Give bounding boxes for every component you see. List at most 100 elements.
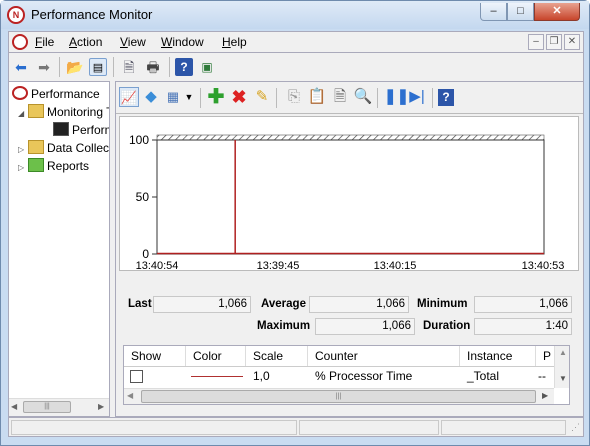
scroll-up-arrow-icon[interactable]: ▲ xyxy=(559,348,567,357)
y-tick-label-0: 0 xyxy=(142,247,149,261)
table-row[interactable]: 1,0 % Processor Time _Total -- xyxy=(124,367,554,387)
menu-help[interactable]: Help xyxy=(222,35,247,49)
column-header-color[interactable]: Color xyxy=(186,346,246,366)
tree-item-performance-monitor[interactable]: Performance Monitor xyxy=(53,121,109,139)
performance-chart: 100 50 0 13:40:54 13:39:45 13:40:15 13:4… xyxy=(129,133,565,272)
menu-window[interactable]: Window xyxy=(161,35,204,49)
maximum-label: Maximum xyxy=(257,320,311,332)
scroll-left-arrow-icon[interactable]: ◀ xyxy=(127,391,133,400)
x-tick-label-mid1: 13:39:45 xyxy=(257,260,300,270)
main-toolbar: ⬅ ➡ 📂 ▤ 🗎 🖶 ? ▣ xyxy=(8,53,584,81)
plot-area xyxy=(156,139,545,255)
print-icon[interactable]: 🖶 xyxy=(144,58,162,76)
delete-counter-icon[interactable]: ✖ xyxy=(229,87,249,107)
row-counter: % Processor Time xyxy=(315,369,413,383)
scroll-thumb[interactable]: ||| xyxy=(23,401,71,413)
average-label: Average xyxy=(261,298,306,310)
row-parent: -- xyxy=(538,369,546,383)
update-data-icon[interactable]: ▶| xyxy=(407,87,427,107)
perfmon-toolbar: 📈 ◆ ▦ ▼ ✚ ✖ ✎ ⎘ 📋 🗎 🔍 ❚❚ ▶| ? xyxy=(116,82,583,114)
column-header-show[interactable]: Show xyxy=(124,346,186,366)
chart-top-hatch xyxy=(156,134,545,141)
tree-item-reports[interactable]: ▷ Reports xyxy=(18,157,89,175)
legend-horizontal-scrollbar[interactable]: ◀ ||| ▶ xyxy=(124,388,554,404)
close-button[interactable]: ✕ xyxy=(534,3,580,21)
help-icon[interactable]: ? xyxy=(175,58,193,76)
graph-type-dropdown-icon[interactable]: ▼ xyxy=(183,87,195,107)
toolbar-separator xyxy=(276,88,277,108)
menu-action[interactable]: Action xyxy=(69,35,102,49)
column-header-instance[interactable]: Instance xyxy=(460,346,536,366)
toolbar-separator xyxy=(113,57,114,77)
row-instance: _Total xyxy=(467,369,500,383)
show-hide-tree-icon[interactable]: ▤ xyxy=(89,58,107,76)
y-tick-label-50: 50 xyxy=(136,190,150,204)
minimize-button[interactable]: – xyxy=(480,3,507,21)
x-tick-label-end: 13:40:53 xyxy=(522,260,565,270)
forward-arrow-icon[interactable]: ➡ xyxy=(35,58,53,76)
perfmon-icon xyxy=(12,86,28,100)
column-header-parent[interactable]: P xyxy=(536,346,554,366)
graph-area[interactable]: 100 50 0 13:40:54 13:39:45 13:40:15 13:4… xyxy=(119,116,579,272)
back-arrow-icon[interactable]: ⬅ xyxy=(12,58,30,76)
tree-item-performance[interactable]: Performance xyxy=(12,85,100,103)
up-folder-icon[interactable]: 📂 xyxy=(66,58,84,76)
mdi-minimize-button[interactable]: – xyxy=(528,34,544,50)
view-log-data-icon[interactable]: ◆ xyxy=(141,87,161,107)
help-icon[interactable]: ? xyxy=(438,89,454,106)
y-tick-label-100: 100 xyxy=(129,133,149,147)
freeze-display-icon[interactable]: ❚❚ xyxy=(384,87,409,107)
show-checkbox[interactable] xyxy=(130,370,143,383)
counter-legend: Show Color Scale Counter Instance P 1,0 … xyxy=(123,345,570,405)
toolbar-separator xyxy=(377,88,378,108)
scroll-right-arrow-icon[interactable]: ▶ xyxy=(542,391,548,400)
scroll-thumb[interactable]: ||| xyxy=(141,390,536,403)
highlight-icon[interactable]: ✎ xyxy=(252,87,272,107)
properties-icon[interactable]: 🗎 xyxy=(330,87,350,107)
menu-bar: File Action View Window Help – ❐ ✕ xyxy=(8,31,584,53)
tree-horizontal-scrollbar[interactable]: ◀ ||| ▶ xyxy=(9,398,109,416)
copy-properties-icon[interactable]: ⎘ xyxy=(284,87,304,107)
series-color-swatch xyxy=(191,376,243,377)
toolbar-separator xyxy=(432,88,433,108)
view-current-activity-icon[interactable]: 📈 xyxy=(119,87,139,107)
show-action-pane-icon[interactable]: ▣ xyxy=(198,58,216,76)
change-graph-type-icon[interactable]: ▦ xyxy=(163,87,183,107)
title-bar[interactable]: N Performance Monitor – □ ✕ xyxy=(1,1,589,29)
scroll-down-arrow-icon[interactable]: ▼ xyxy=(559,374,567,383)
properties-icon[interactable]: 🗎 xyxy=(120,58,138,76)
expand-triangle-icon[interactable]: ▷ xyxy=(18,159,28,177)
maximize-button[interactable]: □ xyxy=(507,3,534,21)
column-header-scale[interactable]: Scale xyxy=(246,346,308,366)
status-panel xyxy=(11,420,297,435)
tree-item-monitoring-tools[interactable]: ◢Monitoring Tools xyxy=(18,103,109,123)
column-header-counter[interactable]: Counter xyxy=(308,346,460,366)
paste-counter-list-icon[interactable]: 📋 xyxy=(307,87,327,107)
system-menu-icon[interactable] xyxy=(12,34,28,50)
reports-icon xyxy=(28,158,44,172)
perfmon-app-icon: N xyxy=(7,6,25,24)
x-tick-label-mid2: 13:40:15 xyxy=(374,260,417,270)
resize-grip-icon[interactable]: ⋰ xyxy=(571,422,580,433)
row-scale: 1,0 xyxy=(253,369,270,383)
status-bar: ⋰ xyxy=(8,417,584,437)
zoom-icon[interactable]: 🔍 xyxy=(353,87,373,107)
last-label: Last xyxy=(128,298,152,310)
mdi-restore-button[interactable]: ❐ xyxy=(546,34,562,50)
maximum-value: 1,066 xyxy=(315,318,415,335)
last-value: 1,066 xyxy=(153,296,251,313)
status-panel xyxy=(299,420,439,435)
statistics-bar: Last 1,066 Average 1,066 Minimum 1,066 M… xyxy=(116,294,583,340)
scroll-right-arrow-icon[interactable]: ▶ xyxy=(98,402,104,411)
menu-file[interactable]: File xyxy=(35,35,54,49)
duration-label: Duration xyxy=(423,320,471,332)
toolbar-separator xyxy=(59,57,60,77)
scroll-left-arrow-icon[interactable]: ◀ xyxy=(11,402,17,411)
collapse-triangle-icon[interactable]: ◢ xyxy=(18,105,28,123)
window-title: Performance Monitor xyxy=(31,7,153,22)
legend-vertical-scrollbar[interactable]: ▲ ▼ xyxy=(554,346,569,388)
menu-view[interactable]: View xyxy=(120,35,146,49)
tree-item-data-collector-sets[interactable]: ▷Data Collector Sets xyxy=(18,139,109,157)
add-counter-icon[interactable]: ✚ xyxy=(206,87,226,107)
mdi-close-button[interactable]: ✕ xyxy=(564,34,580,50)
